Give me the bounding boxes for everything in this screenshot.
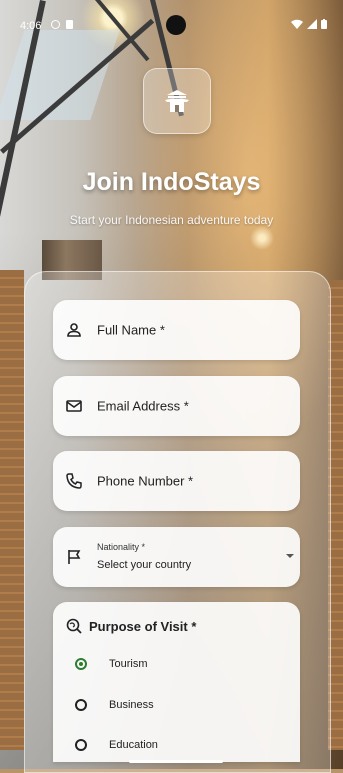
- phone-label: Phone Number *: [97, 473, 194, 489]
- phone-field[interactable]: Phone Number *: [53, 451, 300, 511]
- mail-icon: [66, 400, 82, 412]
- wood-wall: [0, 270, 24, 750]
- purpose-header: Purpose of Visit *: [65, 617, 196, 635]
- phone-icon: [66, 473, 82, 489]
- status-icons: [291, 19, 327, 29]
- purpose-option-education[interactable]: Education: [75, 739, 158, 751]
- flag-icon: [68, 550, 81, 564]
- purpose-label: Purpose of Visit *: [89, 618, 197, 634]
- app-logo: [143, 68, 211, 134]
- email-field[interactable]: Email Address *: [53, 376, 300, 436]
- purpose-option-tourism[interactable]: Tourism: [75, 658, 148, 670]
- page-title: Join IndoStays: [82, 168, 261, 196]
- radio-selected-icon[interactable]: [75, 658, 87, 670]
- full-name-label: Full Name *: [97, 322, 165, 338]
- status-time: 4:06: [20, 20, 42, 32]
- option-label: Tourism: [109, 658, 148, 670]
- travel-explore-icon: [66, 618, 82, 634]
- wifi-icon: [291, 19, 303, 29]
- purpose-option-business[interactable]: Business: [75, 699, 154, 711]
- dnd-icon: [51, 20, 60, 29]
- home-indicator[interactable]: [129, 760, 223, 763]
- purpose-of-visit-group: Purpose of Visit * Tourism Business Educ…: [53, 602, 300, 762]
- temple-icon: [165, 90, 189, 112]
- full-name-field[interactable]: Full Name *: [53, 300, 300, 360]
- radio-icon[interactable]: [75, 739, 87, 751]
- signal-icon: [307, 19, 317, 29]
- nationality-value: Select your country: [97, 559, 192, 571]
- chevron-down-icon: [286, 554, 294, 558]
- battery-icon: [321, 19, 327, 29]
- person-icon: [67, 323, 81, 337]
- nationality-select[interactable]: Nationality * Select your country: [53, 527, 300, 587]
- option-label: Education: [109, 739, 158, 751]
- email-label: Email Address *: [97, 398, 189, 414]
- page-subtitle: Start your Indonesian adventure today: [69, 213, 274, 227]
- sim-icon: [66, 20, 73, 29]
- radio-icon[interactable]: [75, 699, 87, 711]
- nationality-label: Nationality *: [97, 542, 146, 552]
- option-label: Business: [109, 699, 154, 711]
- camera-cutout: [166, 15, 186, 35]
